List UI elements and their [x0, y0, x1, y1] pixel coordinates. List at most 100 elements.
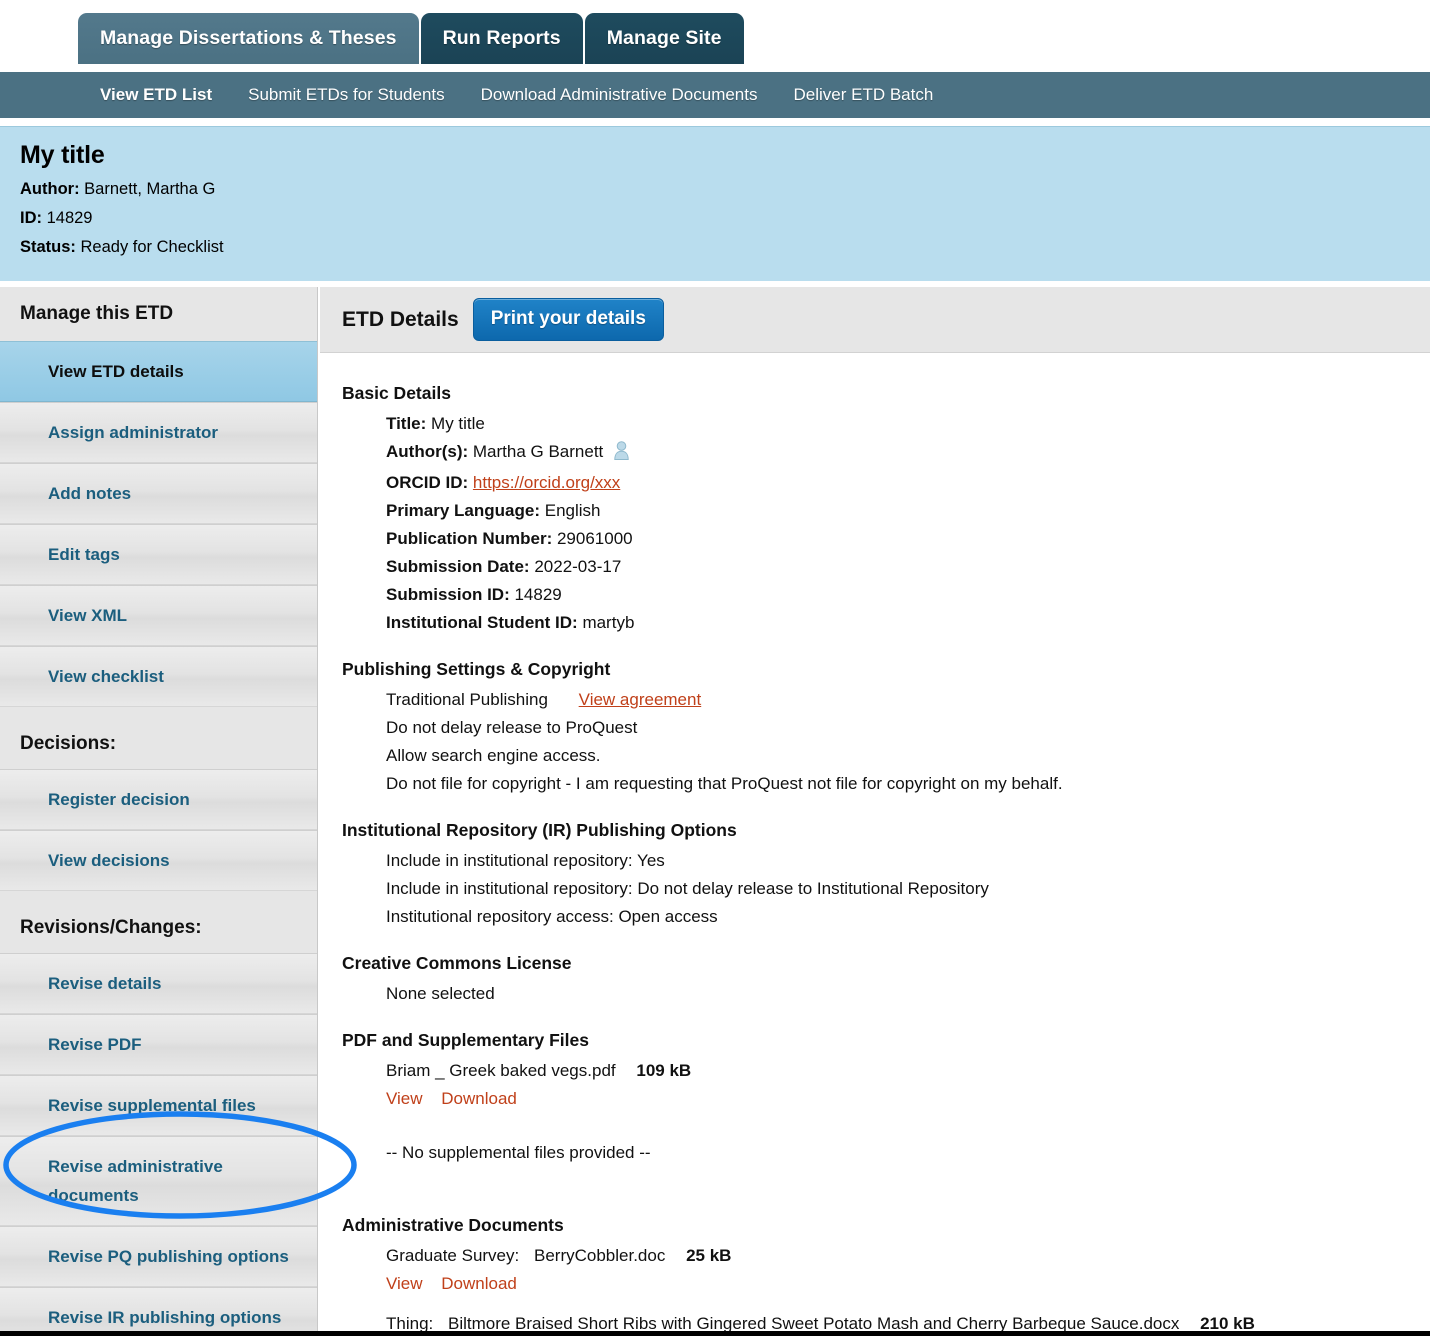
publishing-type-value: Traditional Publishing [386, 690, 548, 709]
detail-label: Institutional Student ID: [386, 613, 578, 632]
view-link[interactable]: View [386, 1274, 423, 1293]
pdf-file-actions: View Download [342, 1085, 1430, 1113]
detail-label: Submission ID: [386, 585, 510, 604]
view-agreement-link[interactable]: View agreement [579, 690, 702, 709]
sidebar-heading-decisions: Decisions: [0, 707, 317, 769]
section-heading: PDF and Supplementary Files [342, 1030, 589, 1050]
tab-run-reports[interactable]: Run Reports [420, 13, 583, 64]
sidebar-item-label: View XML [48, 606, 128, 625]
main-content: ETD Details Print your details Basic Det… [320, 287, 1430, 1336]
admin-doc-actions: View Download [342, 1270, 1430, 1298]
sidebar-item-edit-tags[interactable]: Edit tags [0, 524, 317, 585]
nav-item-deliver-etd-batch[interactable]: Deliver ETD Batch [794, 85, 934, 105]
detail-row-publication-number: Publication Number: 29061000 [342, 525, 1430, 553]
sidebar-item-add-notes[interactable]: Add notes [0, 463, 317, 524]
banner-id-row: ID: 14829 [20, 204, 1430, 233]
pdf-file-row: Briam _ Greek baked vegs.pdf 109 kB [342, 1057, 1430, 1085]
person-icon[interactable] [613, 441, 630, 469]
download-link[interactable]: Download [441, 1274, 517, 1293]
nav-item-submit-etds-for-students[interactable]: Submit ETDs for Students [248, 85, 445, 105]
sidebar-item-view-checklist[interactable]: View checklist [0, 646, 317, 707]
sidebar-item-view-decisions[interactable]: View decisions [0, 830, 317, 891]
page-root: Manage Dissertations & Theses Run Report… [0, 0, 1430, 1336]
sidebar: Manage this ETD View ETD details Assign … [0, 287, 318, 1336]
tab-label: Manage Site [606, 27, 722, 49]
detail-value: 2022-03-17 [534, 557, 622, 576]
sidebar-item-revise-ir-publishing-options[interactable]: Revise IR publishing options [0, 1287, 317, 1336]
publishing-type-row: Traditional Publishing View agreement [342, 686, 1430, 714]
section-heading: Administrative Documents [342, 1215, 564, 1235]
sidebar-item-label: Revise details [48, 974, 162, 993]
nav-item-download-administrative-documents[interactable]: Download Administrative Documents [481, 85, 758, 105]
top-tab-strip: Manage Dissertations & Theses Run Report… [0, 0, 1430, 64]
banner-status-label: Status: [20, 238, 76, 256]
detail-value: English [544, 501, 601, 520]
no-supplemental-files-message: -- No supplemental files provided -- [386, 1143, 651, 1162]
print-your-details-button[interactable]: Print your details [472, 298, 664, 341]
detail-row-title: Title: My title [342, 410, 1430, 438]
tab-label: Run Reports [442, 27, 561, 49]
sidebar-item-label: Assign administrator [48, 423, 219, 442]
banner-author-value: Barnett, Martha G [84, 180, 216, 198]
sidebar-heading-manage-this-etd: Manage this ETD [0, 287, 317, 341]
sidebar-item-revise-supplemental-files[interactable]: Revise supplemental files [0, 1075, 317, 1136]
etd-summary-banner: My title Author: Barnett, Martha G ID: 1… [0, 126, 1430, 281]
content-toolbar: ETD Details Print your details [320, 287, 1430, 353]
detail-row-authors: Author(s): Martha G Barnett [342, 438, 1430, 469]
secondary-nav: View ETD List Submit ETDs for Students D… [0, 72, 1430, 120]
status-badge: Ready for Checklist [80, 238, 224, 256]
detail-value: 29061000 [556, 529, 633, 548]
banner-author-row: Author: Barnett, Martha G [20, 175, 1430, 204]
banner-status-row: Status: Ready for Checklist [20, 233, 1430, 262]
tab-manage-dissertations-theses[interactable]: Manage Dissertations & Theses [78, 13, 419, 64]
sidebar-item-register-decision[interactable]: Register decision [0, 769, 317, 830]
detail-value: 14829 [514, 585, 562, 604]
sidebar-item-revise-administrative-documents[interactable]: Revise administrative documents [0, 1136, 317, 1226]
sidebar-item-revise-pdf[interactable]: Revise PDF [0, 1014, 317, 1075]
admin-doc-file-size: 25 kB [686, 1246, 732, 1265]
publishing-line: Allow search engine access. [386, 746, 601, 765]
sidebar-heading-revisions-changes: Revisions/Changes: [0, 891, 317, 953]
section-publishing-settings: Publishing Settings & Copyright Traditio… [342, 659, 1430, 798]
detail-row-orcid-id: ORCID ID: https://orcid.org/xxx [342, 469, 1430, 497]
sidebar-item-label: Register decision [48, 790, 190, 809]
detail-row-submission-id: Submission ID: 14829 [342, 581, 1430, 609]
view-link[interactable]: View [386, 1089, 423, 1108]
content-title: ETD Details [342, 307, 459, 331]
section-heading: Institutional Repository (IR) Publishing… [342, 820, 737, 840]
pdf-file-name: Briam _ Greek baked vegs.pdf [386, 1061, 616, 1080]
etd-details-body: Basic Details Title: My title Author(s):… [320, 353, 1430, 1336]
detail-label: Author(s): [386, 442, 469, 461]
sidebar-item-revise-details[interactable]: Revise details [0, 953, 317, 1014]
sidebar-item-label: Revise PDF [48, 1035, 142, 1054]
page-bottom-edge [0, 1331, 1430, 1336]
orcid-link[interactable]: https://orcid.org/xxx [473, 473, 620, 492]
banner-author-label: Author: [20, 180, 80, 198]
publishing-line: Do not delay release to ProQuest [386, 718, 638, 737]
sidebar-item-revise-pq-publishing-options[interactable]: Revise PQ publishing options [0, 1226, 317, 1287]
detail-value: Martha G Barnett [472, 442, 604, 461]
section-administrative-documents: Administrative Documents Graduate Survey… [342, 1215, 1430, 1336]
nav-item-view-etd-list[interactable]: View ETD List [100, 85, 212, 105]
sidebar-item-label: View checklist [48, 667, 164, 686]
sidebar-item-view-xml[interactable]: View XML [0, 585, 317, 646]
sidebar-item-view-etd-details[interactable]: View ETD details [0, 341, 317, 402]
ir-line: Institutional repository access: Open ac… [386, 907, 718, 926]
detail-row-primary-language: Primary Language: English [342, 497, 1430, 525]
download-link[interactable]: Download [441, 1089, 517, 1108]
sidebar-item-assign-administrator[interactable]: Assign administrator [0, 402, 317, 463]
sidebar-item-label: Edit tags [48, 545, 120, 564]
tab-list: Manage Dissertations & Theses Run Report… [78, 13, 746, 64]
detail-label: Title: [386, 414, 427, 433]
cc-line: None selected [386, 984, 495, 1003]
tab-manage-site[interactable]: Manage Site [584, 13, 744, 64]
secondary-nav-list: View ETD List Submit ETDs for Students D… [100, 85, 933, 105]
sidebar-item-label: Revise administrative documents [48, 1157, 223, 1205]
detail-label: ORCID ID: [386, 473, 469, 492]
pdf-file-size: 109 kB [636, 1061, 692, 1080]
section-basic-details: Basic Details Title: My title Author(s):… [342, 383, 1430, 637]
sidebar-item-label: Revise supplemental files [48, 1096, 256, 1115]
section-creative-commons-license: Creative Commons License None selected [342, 953, 1430, 1008]
